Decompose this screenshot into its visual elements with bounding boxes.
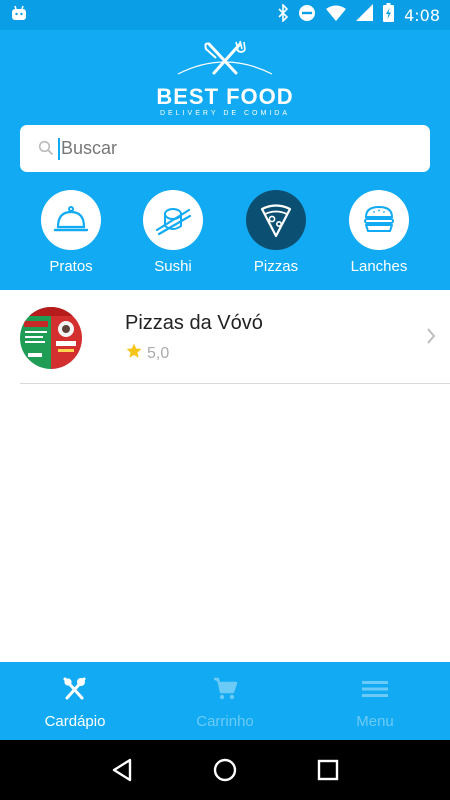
home-circle-icon — [213, 758, 237, 782]
cloche-icon — [53, 206, 89, 232]
nav-label: Menu — [356, 713, 394, 730]
wifi-icon — [326, 5, 347, 26]
category-label: Lanches — [350, 258, 408, 275]
category-sushi[interactable]: Sushi — [128, 190, 218, 275]
burger-icon — [364, 205, 394, 232]
restaurant-rating: 5,0 — [125, 342, 169, 365]
chevron-right-icon — [426, 328, 436, 349]
fork-knife-logo-icon — [177, 40, 273, 75]
brand-title: BEST FOOD — [156, 84, 294, 109]
recents-square-icon — [318, 759, 339, 781]
category-label: Sushi — [154, 258, 192, 275]
restaurant-thumbnail — [20, 307, 82, 369]
nav-cardapio[interactable]: Cardápio — [0, 662, 150, 740]
do-not-disturb-icon — [298, 4, 316, 27]
nav-label: Cardápio — [44, 713, 106, 730]
back-button[interactable] — [102, 750, 142, 790]
restaurant-list: Pizzas da Vóvó 5,0 — [0, 290, 450, 384]
rating-value: 5,0 — [147, 344, 170, 362]
fork-knife-icon — [63, 677, 86, 700]
nav-carrinho[interactable]: Carrinho — [150, 662, 300, 740]
status-bar: 4:08 — [0, 0, 450, 30]
category-pizzas[interactable]: Pizzas — [231, 190, 321, 275]
android-notification-icon — [10, 5, 28, 26]
category-pratos[interactable]: Pratos — [26, 190, 116, 275]
category-bar: Pratos Sushi Pizzas Lanches — [0, 190, 450, 285]
header: BEST FOOD DELIVERY DE COMIDA Pratos — [0, 30, 450, 290]
bluetooth-icon — [278, 2, 289, 27]
category-lanches[interactable]: Lanches — [334, 190, 424, 275]
search-icon — [38, 140, 56, 158]
text-cursor — [58, 137, 60, 160]
system-navigation-bar — [0, 740, 450, 800]
category-label: Pratos — [49, 258, 93, 275]
cart-icon — [214, 677, 238, 700]
signal-icon — [356, 4, 374, 26]
home-button[interactable] — [205, 750, 245, 790]
star-icon — [125, 342, 143, 365]
search-bar[interactable] — [20, 125, 430, 172]
nav-menu[interactable]: Menu — [300, 662, 450, 740]
brand-subtitle: DELIVERY DE COMIDA — [160, 110, 290, 117]
sushi-icon — [155, 208, 192, 236]
battery-charging-icon — [383, 3, 395, 27]
recents-button[interactable] — [308, 750, 348, 790]
clock-time: 4:08 — [404, 5, 440, 25]
category-label: Pizzas — [253, 258, 299, 275]
restaurant-item[interactable]: Pizzas da Vóvó 5,0 — [20, 290, 450, 384]
brand-logo: BEST FOOD DELIVERY DE COMIDA — [0, 40, 450, 120]
back-triangle-icon — [112, 758, 131, 782]
nav-label: Carrinho — [196, 713, 254, 730]
app-screen: 4:08 BEST FOOD DELIVERY DE COMIDA Buscar… — [0, 0, 450, 800]
bottom-navigation: Cardápio Carrinho Menu — [0, 662, 450, 740]
search-input[interactable] — [61, 138, 401, 159]
restaurant-name: Pizzas da Vóvó — [125, 312, 263, 334]
hamburger-menu-icon — [362, 681, 388, 697]
pizza-icon — [260, 204, 292, 238]
